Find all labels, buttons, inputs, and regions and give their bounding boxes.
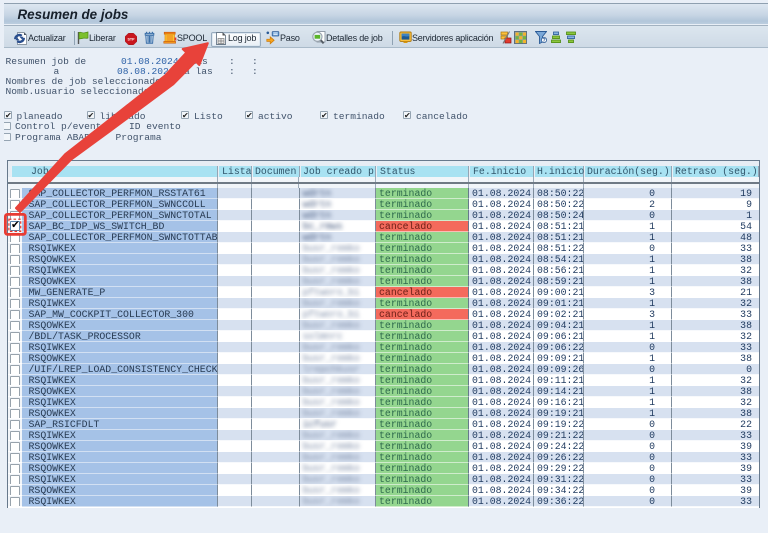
svg-text:STP: STP <box>128 38 136 42</box>
svg-text:?: ? <box>542 38 545 44</box>
